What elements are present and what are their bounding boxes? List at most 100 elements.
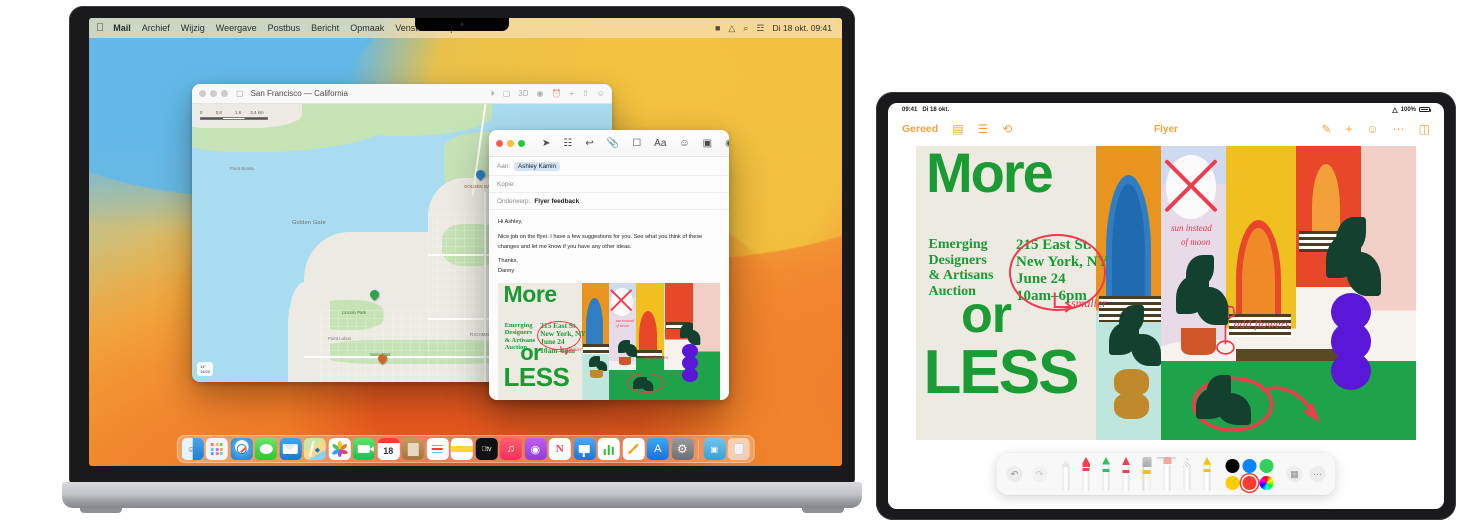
- window-traffic-lights[interactable]: [496, 139, 525, 147]
- minimize-icon[interactable]: [507, 139, 514, 147]
- dock-app-messages[interactable]: [254, 438, 277, 460]
- marker-tool[interactable]: [1081, 457, 1092, 491]
- dock-app-appstore[interactable]: A: [646, 438, 669, 460]
- apple-icon[interactable]: : [96, 22, 104, 34]
- plus-icon[interactable]: +: [569, 89, 574, 99]
- markup-tool-palette[interactable]: ↶ ↷ ▦ ⋯: [996, 453, 1336, 495]
- color-swatches[interactable]: [1225, 458, 1274, 490]
- ink-tool[interactable]: [1141, 457, 1153, 491]
- color-swatch-yellow[interactable]: [1225, 475, 1240, 490]
- window-traffic-lights[interactable]: [199, 90, 228, 97]
- done-button[interactable]: Gereed: [902, 123, 938, 135]
- emoji-icon[interactable]: ☺: [679, 138, 689, 149]
- send-icon[interactable]: ➤: [542, 138, 550, 149]
- undo-icon[interactable]: ↶: [1006, 466, 1023, 482]
- pen-tool[interactable]: [1061, 457, 1072, 491]
- bookmark-icon[interactable]: ▢: [503, 89, 511, 99]
- menu-item-mail[interactable]: Mail: [113, 23, 131, 33]
- color-swatch-blue[interactable]: [1242, 458, 1257, 473]
- close-icon[interactable]: [496, 139, 503, 147]
- close-icon[interactable]: [199, 90, 206, 97]
- 3d-icon[interactable]: 3D: [518, 89, 528, 99]
- menu-item-wijzig[interactable]: Wijzig: [181, 23, 205, 33]
- weather-badge[interactable]: 14° 14/20: [197, 362, 214, 376]
- clock-icon[interactable]: ⏰: [551, 89, 561, 99]
- attach-icon[interactable]: 📎: [607, 138, 619, 149]
- dock-app-mail[interactable]: [279, 438, 302, 460]
- document-icon[interactable]: ◫: [1419, 122, 1430, 136]
- redo-icon[interactable]: ↷: [1031, 466, 1048, 482]
- ruler-icon[interactable]: ▦: [1286, 466, 1303, 482]
- dock-app-podcasts[interactable]: ◉: [524, 438, 547, 460]
- mail-field-cc[interactable]: Kopie:: [489, 176, 729, 193]
- color-swatch-black[interactable]: [1225, 458, 1240, 473]
- dock-app-calendar[interactable]: 18: [377, 438, 400, 460]
- crayon-red-tool[interactable]: [1121, 457, 1132, 491]
- format-icon[interactable]: Aa: [654, 138, 666, 149]
- menu-item-archief[interactable]: Archief: [142, 23, 170, 33]
- color-swatch-red[interactable]: [1242, 475, 1257, 490]
- control-center-icon[interactable]: ☲: [756, 23, 764, 34]
- dock-app-photos[interactable]: [328, 438, 351, 460]
- menu-item-weergave[interactable]: Weergave: [216, 23, 257, 33]
- sidebar-icon[interactable]: ▢: [236, 89, 244, 98]
- maps-title-bar[interactable]: ▢ San Francisco — California ⏵ ▢ 3D ◉ ⏰ …: [192, 84, 612, 104]
- highlighter-green-tool[interactable]: [1101, 457, 1112, 491]
- menu-item-postbus[interactable]: Postbus: [268, 23, 301, 33]
- ellipsis-icon[interactable]: ⋯: [1309, 466, 1326, 482]
- photo-icon[interactable]: ▣: [703, 138, 712, 149]
- eraser-tool[interactable]: [1162, 457, 1173, 491]
- dock-app-music[interactable]: ♫: [499, 438, 522, 460]
- recipient-token[interactable]: Ashley Kamin: [514, 162, 560, 171]
- sidebar-icon[interactable]: ▤: [952, 122, 963, 136]
- ipad-screen[interactable]: 09:41 Di 18 okt. △ 100% Gereed ▤ ☰ ⟲ Fly…: [888, 103, 1444, 509]
- mail-attached-flyer[interactable]: More Emerging Designers & Artisans Auction …: [498, 282, 720, 400]
- ipad-document-canvas[interactable]: More Emerging Designers & Artisans Auction …: [888, 142, 1444, 509]
- binoculars-icon[interactable]: ◉: [537, 89, 544, 99]
- menu-item-bericht[interactable]: Bericht: [311, 23, 339, 33]
- markup-icon[interactable]: ☐: [632, 138, 641, 149]
- dock-app-keynote[interactable]: [573, 438, 596, 460]
- dock-app-pages[interactable]: [622, 438, 645, 460]
- dock-folder-downloads[interactable]: ▣: [703, 438, 726, 460]
- collaborate-icon[interactable]: ☺: [1366, 122, 1378, 136]
- dock-trash[interactable]: [727, 438, 750, 460]
- menubar-clock[interactable]: Di 18 okt. 09:41: [772, 23, 832, 33]
- more-circle-icon[interactable]: ⋯: [1393, 122, 1405, 136]
- mail-toolbar[interactable]: ➤ ☷ ↩ 📎 ☐ Aa ☺ ▣ ◉: [489, 130, 729, 157]
- mail-body-text[interactable]: Hi Ashley, Nice job on the flyer. I have…: [489, 210, 729, 281]
- mail-field-subject-value[interactable]: Flyer feedback: [534, 198, 579, 205]
- dock-app-news[interactable]: N: [548, 438, 571, 460]
- menu-item-opmaak[interactable]: Opmaak: [350, 23, 384, 33]
- markup-pen-icon[interactable]: ✎: [1321, 122, 1331, 136]
- dock-app-finder[interactable]: ☺: [181, 438, 204, 460]
- mail-field-subject[interactable]: Onderwerp: Flyer feedback: [489, 193, 729, 210]
- dock-app-numbers[interactable]: [597, 438, 620, 460]
- dock-app-maps[interactable]: ◆: [303, 438, 326, 460]
- ipad-app-toolbar[interactable]: Gereed ▤ ☰ ⟲ Flyer ✎ + ☺ ⋯ ◫: [888, 116, 1444, 142]
- battery-icon[interactable]: ■: [715, 23, 720, 33]
- wifi-icon[interactable]: △: [728, 23, 735, 34]
- search-icon[interactable]: ⌕: [743, 23, 748, 34]
- mail-compose-window[interactable]: ➤ ☷ ↩ 📎 ☐ Aa ☺ ▣ ◉ Aan: Ash: [489, 130, 729, 400]
- reply-icon[interactable]: ↩: [585, 138, 593, 149]
- macos-dock[interactable]: ☺ ◆ 18 tv ♫ ◉ N A ⚙ ▣: [176, 435, 755, 463]
- mail-field-to[interactable]: Aan: Ashley Kamin: [489, 157, 729, 176]
- plus-icon[interactable]: +: [1345, 122, 1352, 136]
- dock-app-reminders[interactable]: [426, 438, 449, 460]
- stationery-icon[interactable]: ☷: [563, 138, 572, 149]
- dock-app-facetime[interactable]: [352, 438, 375, 460]
- dock-app-launchpad[interactable]: [205, 438, 228, 460]
- dock-app-safari[interactable]: [230, 438, 253, 460]
- flyer-document[interactable]: More Emerging Designers & Artisans Auction …: [916, 146, 1416, 440]
- highlighter-yellow-tool[interactable]: [1202, 457, 1213, 491]
- history-icon[interactable]: ⟲: [1002, 122, 1012, 136]
- dock-app-system-settings[interactable]: ⚙: [671, 438, 694, 460]
- zoom-icon[interactable]: [518, 139, 525, 147]
- zoom-icon[interactable]: [221, 90, 228, 97]
- dock-app-notes[interactable]: [450, 438, 473, 460]
- share-icon[interactable]: ⇧: [582, 89, 589, 99]
- location-icon[interactable]: ⏵: [491, 89, 495, 99]
- color-wheel-icon[interactable]: [1259, 475, 1274, 490]
- security-icon[interactable]: ◉: [725, 138, 729, 149]
